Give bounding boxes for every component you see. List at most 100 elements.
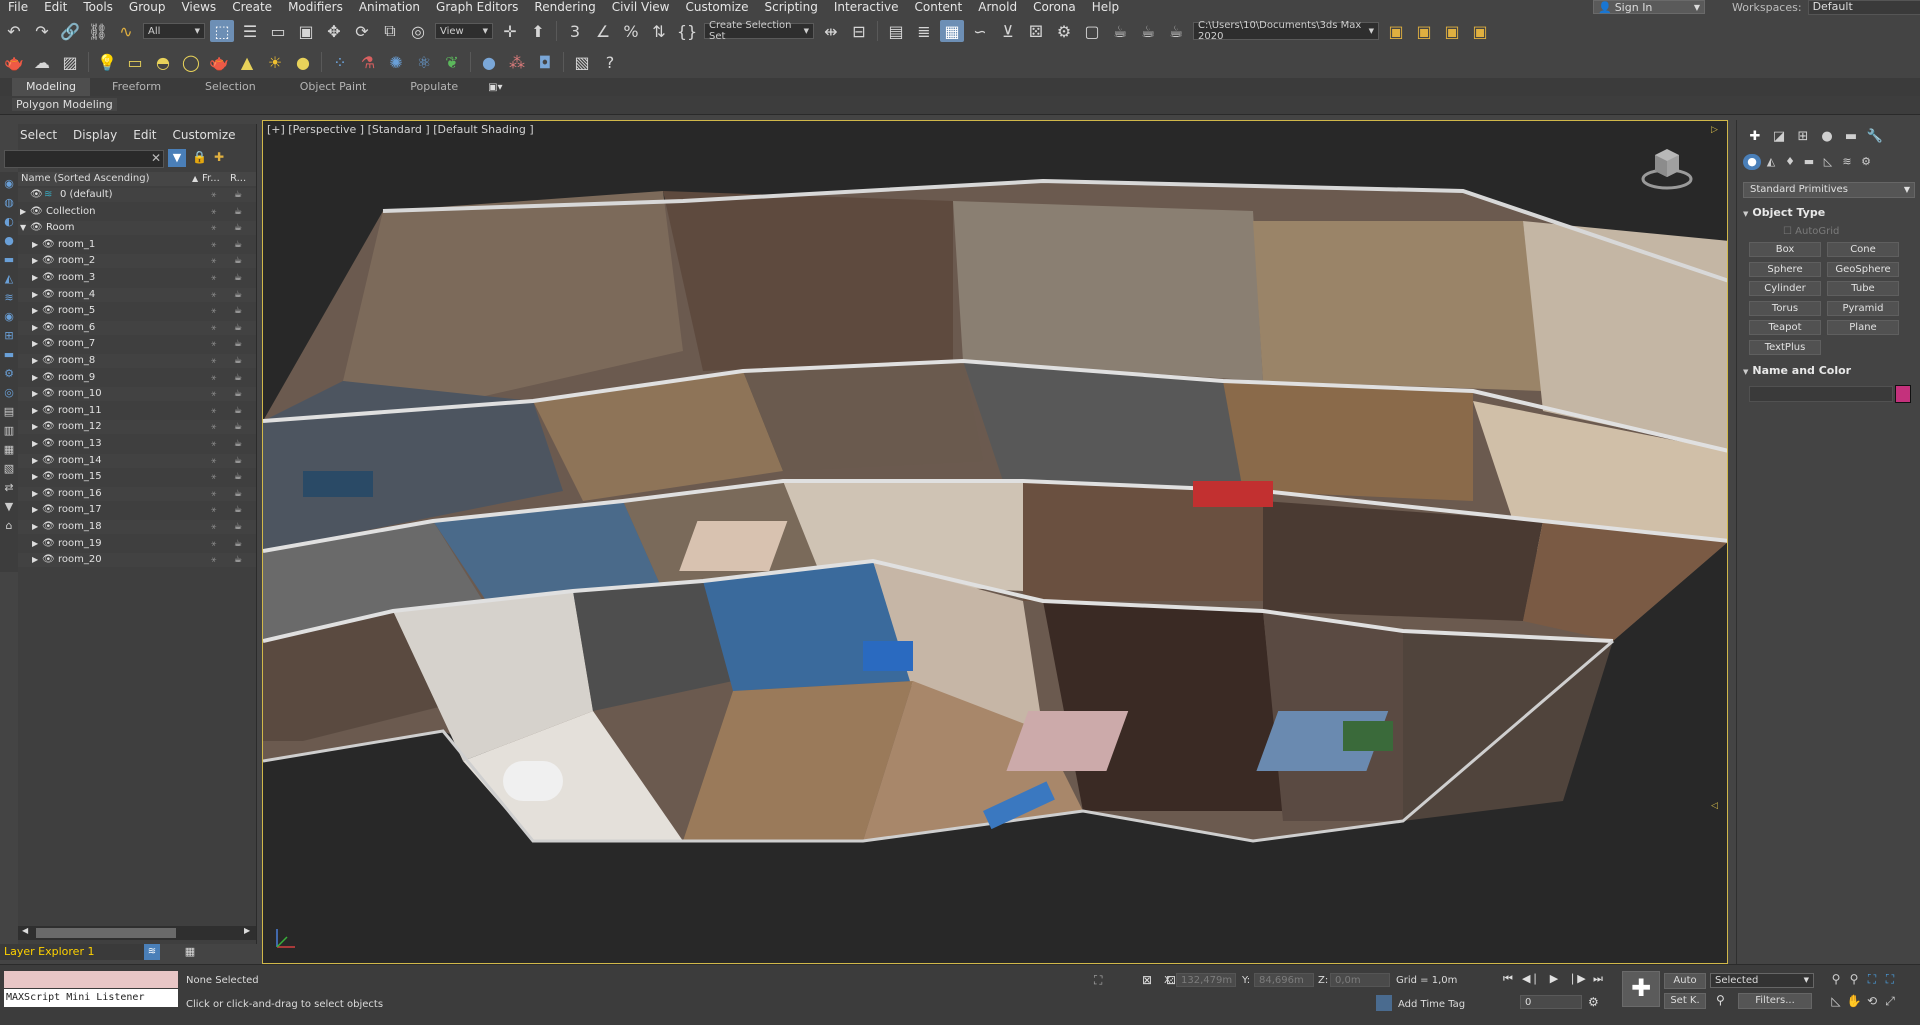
ribbon-options-icon[interactable]: ▣▾ (488, 82, 502, 93)
select-manipulate-icon[interactable]: ⬆ (526, 20, 550, 42)
plane-light-icon[interactable]: ▭ (123, 51, 147, 73)
project-create-icon[interactable]: ▣ (1412, 20, 1436, 42)
spacewarps-filter-icon[interactable]: ≋ (2, 291, 16, 305)
visibility-icon[interactable]: 👁 (42, 420, 55, 434)
lights-filter-icon[interactable]: ● (2, 234, 16, 248)
expand-icon[interactable]: ▶ (32, 537, 38, 551)
menu-item[interactable]: Civil View (604, 0, 678, 14)
ribbon-toggle-icon[interactable]: ▦ (940, 20, 964, 42)
tree-row[interactable]: ▶ 👁 room_13 ⚹ ☕ (18, 437, 256, 451)
explorer-menu-item[interactable]: Display (65, 128, 125, 142)
explorer-horizontal-scrollbar[interactable]: ◀ ▶ (18, 926, 256, 940)
sync-selection-icon[interactable]: ⇄ (2, 481, 16, 495)
primitive-button[interactable]: Tube (1827, 281, 1899, 296)
edit-named-sets-icon[interactable]: {} (675, 20, 699, 42)
freeze-icon[interactable]: ⚹ (211, 188, 216, 202)
menu-item[interactable]: File (0, 0, 36, 14)
shapes-filter-icon[interactable]: ◐ (2, 215, 16, 229)
name-color-rollout[interactable]: ▼ Name and Color (1743, 364, 1915, 378)
explorer-search-input[interactable] (4, 150, 164, 168)
visibility-icon[interactable]: 👁 (42, 238, 55, 252)
freeze-icon[interactable]: ⚹ (211, 271, 216, 285)
project-settings-icon[interactable]: ▣ (1440, 20, 1464, 42)
add-layer-icon[interactable]: ✚ (214, 150, 224, 164)
xrefs-filter-icon[interactable]: ⊞ (2, 329, 16, 343)
tree-row[interactable]: ▶ 👁 room_15 ⚹ ☕ (18, 470, 256, 484)
containers-filter-icon[interactable]: ⚙ (2, 367, 16, 381)
hierarchy-tab-icon[interactable]: ⊞ (1791, 128, 1815, 146)
isolate-icon[interactable]: ⛶ (1094, 973, 1102, 988)
named-selection-set-dropdown[interactable]: Create Selection Set ▼ (704, 20, 814, 42)
scale-icon[interactable]: ⧉ (378, 20, 402, 42)
fur-icon[interactable]: ✺ (384, 51, 408, 73)
visibility-icon[interactable]: 👁 (42, 437, 55, 451)
zoom-icon[interactable]: ⚲ (1828, 971, 1844, 987)
rotate-icon[interactable]: ⟳ (350, 20, 374, 42)
primitive-button[interactable]: Plane (1827, 320, 1899, 335)
schematic-view-icon[interactable]: ⊻ (996, 20, 1020, 42)
perspective-viewport[interactable]: [+] [Perspective ] [Standard ] [Default … (262, 120, 1728, 964)
freeze-icon[interactable]: ⚹ (211, 337, 216, 351)
display-tab-icon[interactable]: ▬ (1839, 128, 1863, 146)
lights-icon[interactable]: ♦ (1781, 154, 1799, 170)
renderable-icon[interactable]: ☕ (234, 420, 242, 434)
maxscript-listener-output[interactable] (4, 971, 178, 988)
sun-icon[interactable]: ☀ (263, 51, 287, 73)
material-editor-icon[interactable]: ⚄ (1024, 20, 1048, 42)
move-icon[interactable]: ✥ (322, 20, 346, 42)
visibility-icon[interactable]: 👁 (42, 321, 55, 335)
previous-frame-icon[interactable]: ◀❘ (1522, 971, 1540, 987)
curve-editor-icon[interactable]: ∽ (968, 20, 992, 42)
freeze-icon[interactable]: ⚹ (211, 354, 216, 368)
maxscript-listener-input[interactable]: MAXScript Mini Listener (4, 989, 178, 1007)
freeze-icon[interactable]: ⚹ (211, 537, 216, 551)
menu-item[interactable]: Edit (36, 0, 75, 14)
go-to-end-icon[interactable]: ⏭ (1590, 971, 1606, 987)
freeze-icon[interactable]: ⚹ (211, 304, 216, 318)
renderable-icon[interactable]: ☕ (234, 553, 242, 567)
tree-row[interactable]: ▶ 👁 room_10 ⚹ ☕ (18, 387, 256, 402)
freeze-icon[interactable]: ⚹ (211, 387, 216, 401)
visibility-icon[interactable]: 👁 (42, 454, 55, 468)
primitive-button[interactable]: GeoSphere (1827, 261, 1899, 277)
orbit-icon[interactable]: ⟲ (1864, 993, 1880, 1009)
tree-row[interactable]: ▶ 👁 room_19 ⚹ ☕ (18, 537, 256, 551)
renderable-icon[interactable]: ☕ (234, 304, 242, 318)
bones-filter-icon[interactable]: ▬ (2, 348, 16, 362)
render-iterative-icon[interactable]: ☕ (1136, 20, 1160, 42)
window-crossing-icon[interactable]: ▣ (294, 20, 318, 42)
expand-icon[interactable]: ▶ (32, 503, 38, 517)
plant-icon[interactable]: ❦ (440, 51, 464, 73)
visibility-icon[interactable]: 👁 (42, 337, 55, 351)
renderable-icon[interactable]: ☕ (234, 238, 242, 252)
expand-icon[interactable]: ▶ (32, 470, 38, 484)
project-pin-icon[interactable]: ▣ (1468, 20, 1492, 42)
freeze-icon[interactable]: ⚹ (211, 404, 216, 418)
renderable-icon[interactable]: ☕ (234, 254, 242, 268)
collapse-icon[interactable]: ▼ (20, 221, 26, 235)
freeze-icon[interactable]: ⚹ (211, 221, 216, 235)
tag-icon[interactable]: ⌂ (2, 519, 16, 533)
visibility-icon[interactable]: 👁 (42, 271, 55, 285)
geometry-icon[interactable]: ● (1743, 154, 1761, 170)
scatter-icon[interactable]: ⁘ (328, 51, 352, 73)
menu-item[interactable]: Customize (677, 0, 756, 14)
tree-row[interactable]: ▶ 👁 room_17 ⚹ ☕ (18, 503, 256, 517)
explorer-toggle-icon[interactable]: ▦ (182, 944, 198, 960)
spacewarps-icon[interactable]: ≋ (1838, 154, 1856, 170)
y-coordinate-field[interactable]: 84,696m (1254, 973, 1314, 987)
renderable-icon[interactable]: ☕ (234, 503, 242, 517)
renderable-icon[interactable]: ☕ (234, 454, 242, 468)
visibility-icon[interactable]: 👁 (42, 288, 55, 302)
hidden-filter-icon[interactable]: ▤ (2, 405, 16, 419)
object-type-rollout[interactable]: ▼ Object Type (1743, 206, 1915, 220)
freeze-icon[interactable]: ⚹ (211, 238, 216, 252)
render-production-icon[interactable]: ☕ (1108, 20, 1132, 42)
redo-icon[interactable]: ↷ (30, 20, 54, 42)
ribbon-panel-label[interactable]: Polygon Modeling (12, 98, 117, 111)
auto-key-button[interactable]: Auto (1664, 973, 1706, 989)
freeze-icon[interactable]: ⚹ (211, 205, 216, 219)
render-activeshade-icon[interactable]: ☕ (1164, 20, 1188, 42)
current-frame-field[interactable]: 0 (1520, 995, 1582, 1009)
field-of-view-icon[interactable]: ◺ (1828, 993, 1844, 1009)
